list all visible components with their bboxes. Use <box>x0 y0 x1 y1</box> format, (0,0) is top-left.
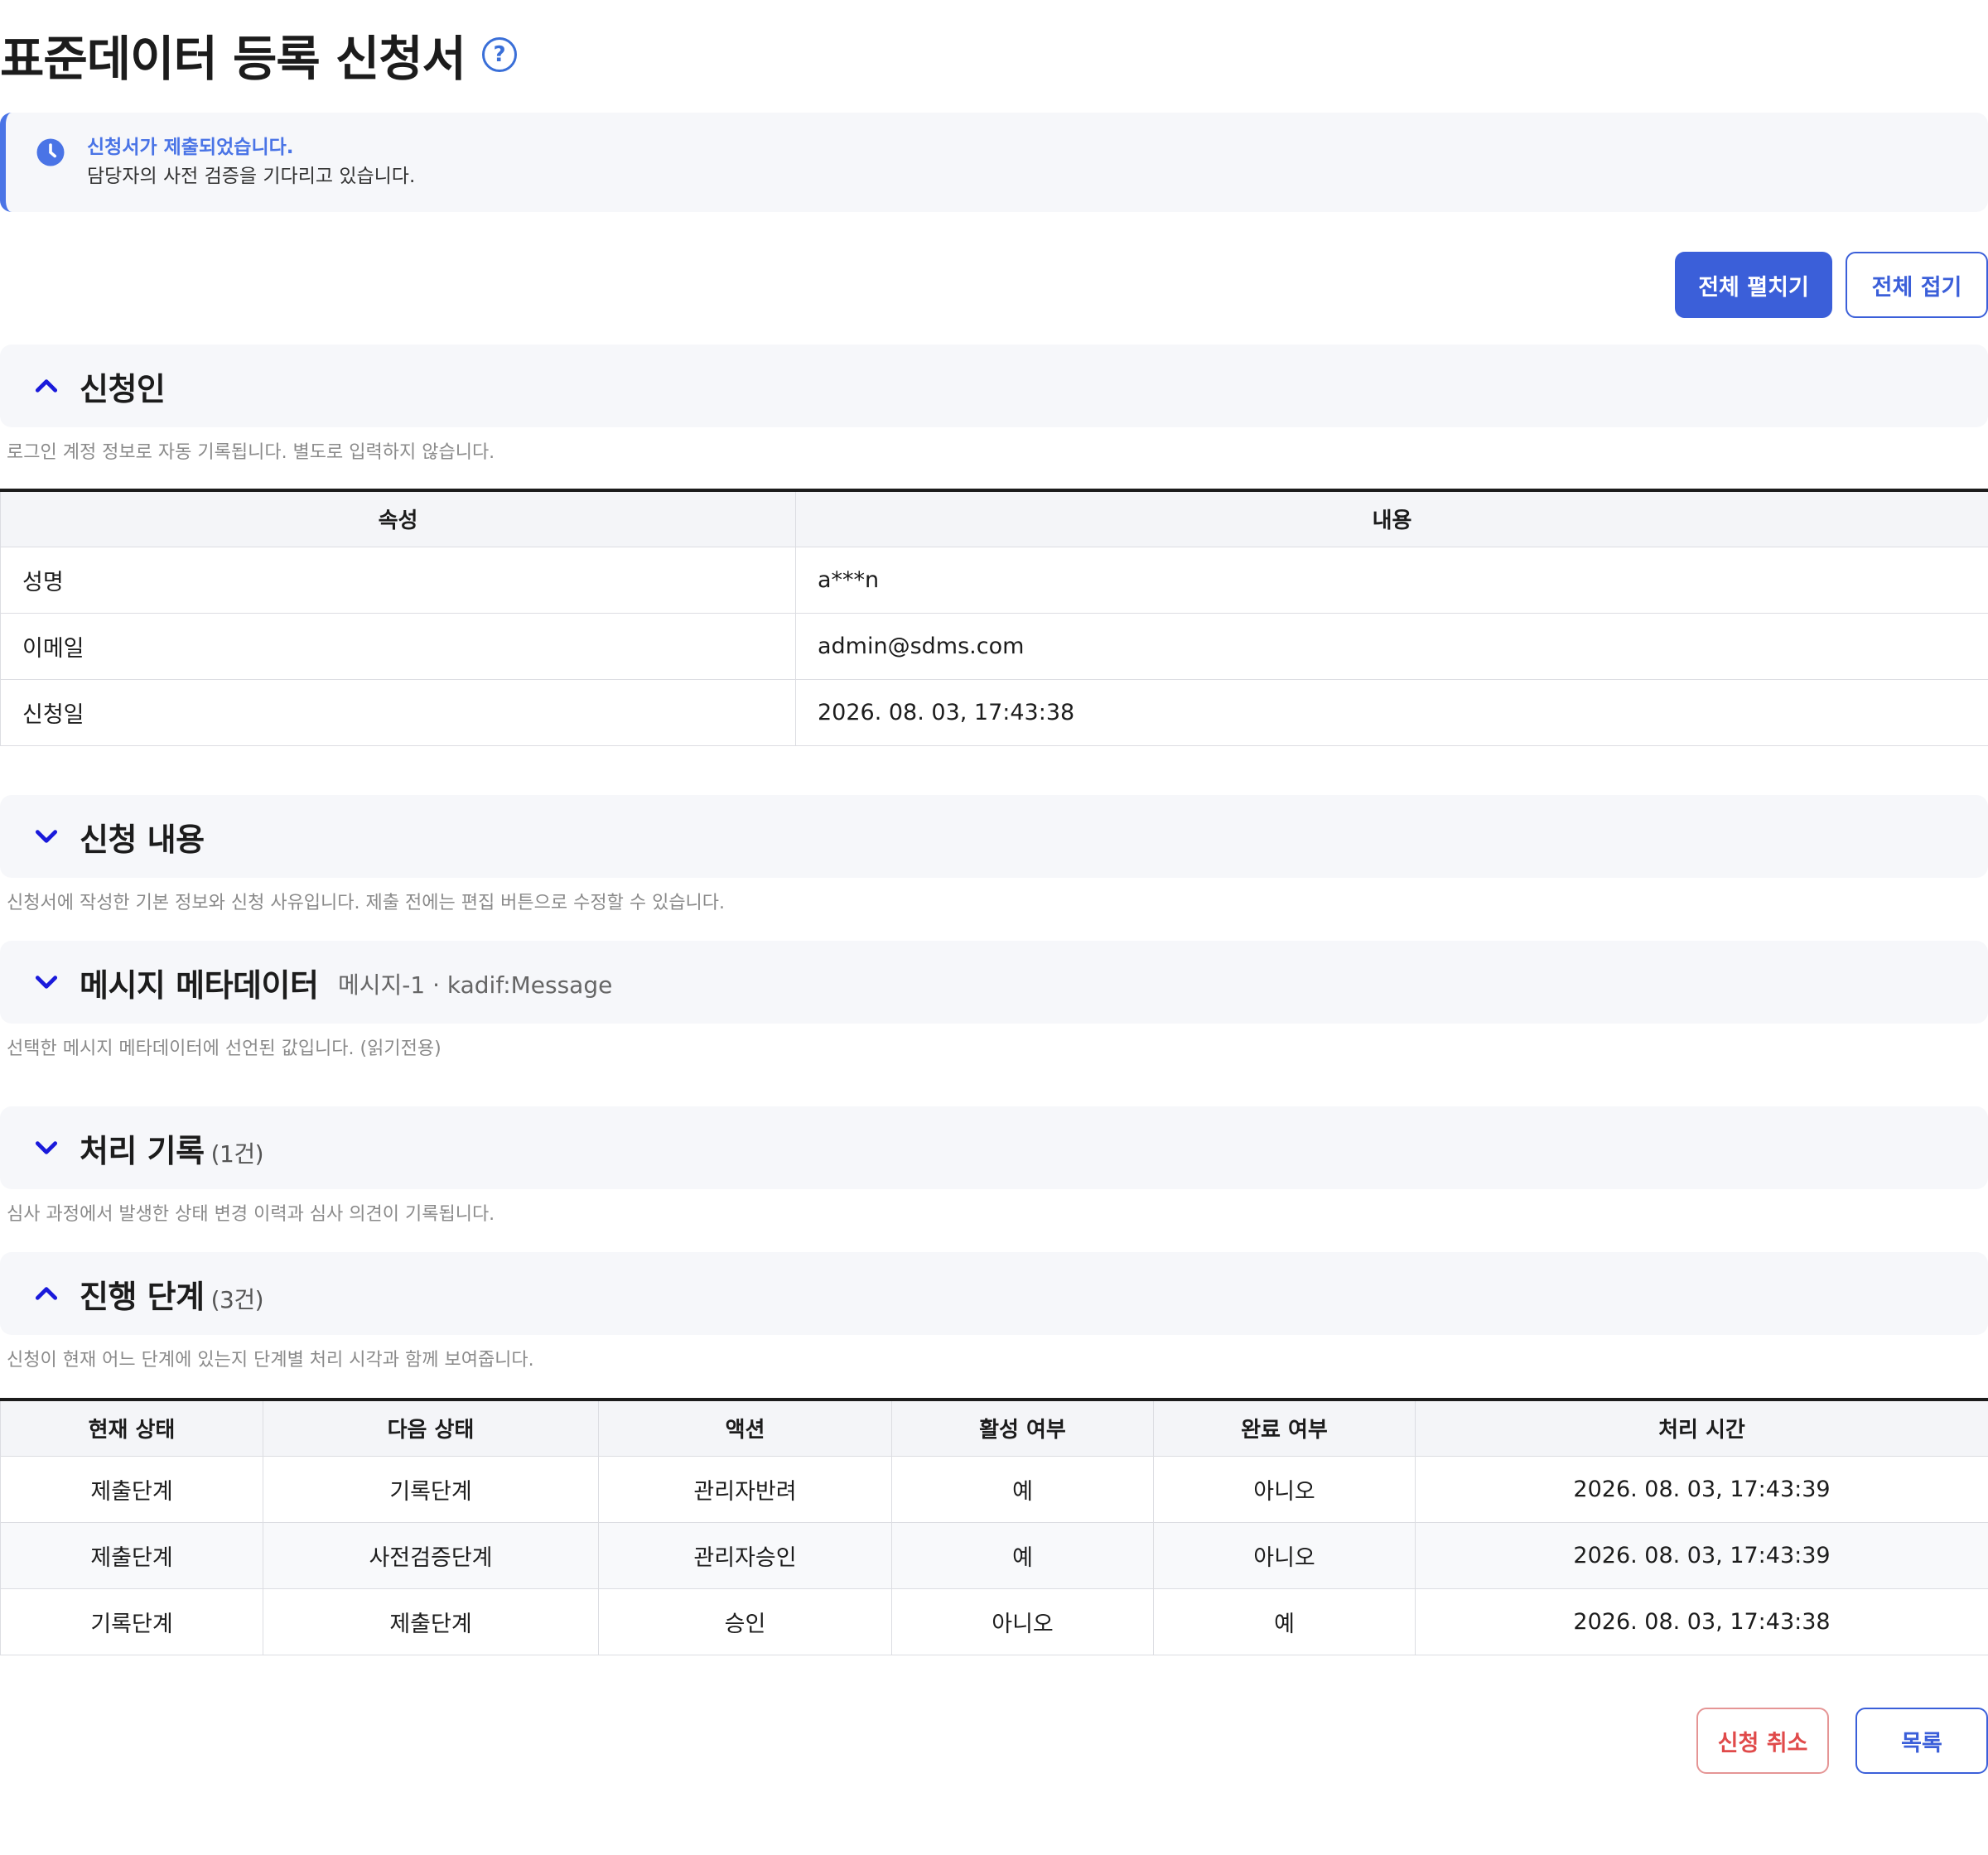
expand-all-button[interactable]: 전체 펼치기 <box>1675 252 1832 318</box>
clock-icon <box>36 138 65 166</box>
section-metadata-header[interactable]: 메시지 메타데이터 메시지-1 · kadif:Message <box>0 941 1988 1024</box>
chevron-down-icon <box>35 976 58 989</box>
cancel-application-button[interactable]: 신청 취소 <box>1696 1708 1829 1774</box>
table-cell: 기록단계 <box>0 1588 263 1655</box>
notice-desc: 담당자의 사전 검증을 기다리고 있습니다. <box>87 166 416 187</box>
status-notice: 신청서가 제출되었습니다. 담당자의 사전 검증을 기다리고 있습니다. <box>0 113 1988 212</box>
table-cell: 예 <box>891 1521 1154 1589</box>
section-steps-title: 진행 단계 (3건) <box>80 1271 264 1317</box>
section-history-count: (1건) <box>210 1140 264 1168</box>
table-cell: 2026. 08. 03, 17:43:39 <box>1415 1521 1988 1589</box>
table-cell: 기록단계 <box>263 1455 599 1523</box>
table-cell: 예 <box>891 1455 1154 1523</box>
table-cell: 이메일 <box>0 612 796 680</box>
section-content-title: 신청 내용 <box>80 821 205 858</box>
table-cell: 예 <box>1153 1588 1416 1655</box>
table-cell: 2026. 08. 03, 17:43:38 <box>795 678 1988 746</box>
collapse-all-button[interactable]: 전체 접기 <box>1846 252 1988 318</box>
section-applicant-desc: 로그인 계정 정보로 자동 기록됩니다. 별도로 입력하지 않습니다. <box>7 442 495 463</box>
section-history-header[interactable]: 처리 기록 (1건) <box>0 1106 1988 1189</box>
table-row: 제출단계 기록단계 관리자반려 예 아니오 2026. 08. 03, 17:4… <box>0 1455 1988 1523</box>
table-cell: 아니오 <box>1153 1455 1416 1523</box>
table-cell: 성명 <box>0 546 796 614</box>
column-header: 현재 상태 <box>0 1399 263 1457</box>
page-title: 표준데이터 등록 신청서 <box>0 31 466 87</box>
table-row: 성명 a***n <box>0 546 1988 614</box>
chevron-down-icon <box>35 830 58 843</box>
section-steps-header[interactable]: 진행 단계 (3건) <box>0 1252 1988 1335</box>
table-cell: 제출단계 <box>0 1455 263 1523</box>
list-button[interactable]: 목록 <box>1855 1708 1988 1774</box>
table-cell: 아니오 <box>1153 1521 1416 1589</box>
steps-table: 현재 상태 다음 상태 액션 활성 여부 완료 여부 처리 시간 제출단계 기록… <box>0 1398 1988 1655</box>
section-content-header[interactable]: 신청 내용 <box>0 795 1988 878</box>
notice-title: 신청서가 제출되었습니다. <box>87 137 294 158</box>
section-steps-desc: 신청이 현재 어느 단계에 있는지 단계별 처리 시각과 함께 보여줍니다. <box>7 1350 534 1371</box>
chevron-up-icon <box>35 1287 58 1300</box>
section-steps-count: (3건) <box>210 1285 264 1313</box>
section-metadata-subtitle: 메시지-1 · kadif:Message <box>338 971 613 999</box>
table-cell: 관리자반려 <box>598 1455 892 1523</box>
column-header: 액션 <box>598 1399 892 1457</box>
column-header: 완료 여부 <box>1153 1399 1416 1457</box>
column-header: 내용 <box>795 489 1988 547</box>
table-row: 신청일 2026. 08. 03, 17:43:38 <box>0 678 1988 746</box>
table-cell: 신청일 <box>0 678 796 746</box>
table-cell: 2026. 08. 03, 17:43:38 <box>1415 1588 1988 1655</box>
section-content-desc: 신청서에 작성한 기본 정보와 신청 사유입니다. 제출 전에는 편집 버튼으로… <box>7 893 726 913</box>
section-history-title: 처리 기록 (1건) <box>80 1125 264 1171</box>
section-history-label: 처리 기록 <box>80 1132 205 1169</box>
section-steps-label: 진행 단계 <box>80 1278 205 1315</box>
section-applicant-header[interactable]: 신청인 <box>0 344 1988 427</box>
table-cell: 관리자승인 <box>598 1521 892 1589</box>
column-header: 속성 <box>0 489 796 547</box>
chevron-down-icon <box>35 1141 58 1154</box>
table-cell: 아니오 <box>891 1588 1154 1655</box>
table-row: 기록단계 제출단계 승인 아니오 예 2026. 08. 03, 17:43:3… <box>0 1588 1988 1655</box>
chevron-up-icon <box>35 379 58 393</box>
table-cell: 제출단계 <box>263 1588 599 1655</box>
column-header: 처리 시간 <box>1415 1399 1988 1457</box>
table-row: 이메일 admin@sdms.com <box>0 612 1988 680</box>
table-cell: 제출단계 <box>0 1521 263 1589</box>
applicant-table: 속성 내용 성명 a***n 이메일 admin@sdms.com 신청일 20… <box>0 489 1988 746</box>
table-row: 제출단계 사전검증단계 관리자승인 예 아니오 2026. 08. 03, 17… <box>0 1521 1988 1589</box>
column-header: 다음 상태 <box>263 1399 599 1457</box>
page-header: 표준데이터 등록 신청서 ? <box>0 22 517 88</box>
column-header: 활성 여부 <box>891 1399 1154 1457</box>
table-cell: 2026. 08. 03, 17:43:39 <box>1415 1455 1988 1523</box>
section-metadata-title: 메시지 메타데이터 <box>80 966 319 1004</box>
table-cell: 승인 <box>598 1588 892 1655</box>
table-cell: a***n <box>795 546 1988 614</box>
help-icon[interactable]: ? <box>482 37 517 72</box>
section-metadata-desc: 선택한 메시지 메타데이터에 선언된 값입니다. (읽기전용) <box>7 1038 442 1059</box>
section-history-desc: 심사 과정에서 발생한 상태 변경 이력과 심사 의견이 기록됩니다. <box>7 1204 495 1225</box>
table-cell: 사전검증단계 <box>263 1521 599 1589</box>
table-cell: admin@sdms.com <box>795 612 1988 680</box>
section-applicant-title: 신청인 <box>80 370 166 407</box>
